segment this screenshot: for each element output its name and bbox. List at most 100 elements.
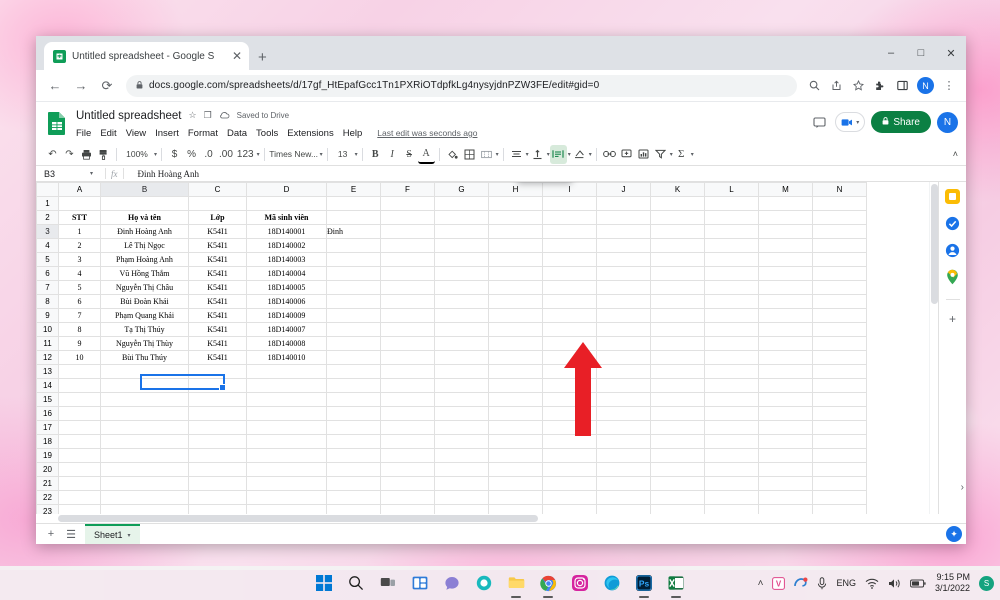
cell-F20[interactable] [381,463,435,477]
cell-M22[interactable] [759,491,813,505]
cell-J1[interactable] [597,197,651,211]
cell-B22[interactable] [101,491,189,505]
cell-E14[interactable] [327,379,381,393]
cell-H23[interactable] [489,505,543,515]
cell-B7[interactable]: Nguyễn Thị Châu [101,281,189,295]
row-header-18[interactable]: 18 [37,435,59,449]
cell-J14[interactable] [597,379,651,393]
row-header-15[interactable]: 15 [37,393,59,407]
horizontal-scrollbar-thumb[interactable] [58,515,538,522]
cell-J10[interactable] [597,323,651,337]
column-header-b[interactable]: B [101,183,189,197]
cell-N18[interactable] [813,435,867,449]
cell-M11[interactable] [759,337,813,351]
cell-G13[interactable] [435,365,489,379]
cell-L21[interactable] [705,477,759,491]
row-header-12[interactable]: 12 [37,351,59,365]
cell-M9[interactable] [759,309,813,323]
microphone-icon[interactable] [817,577,827,590]
cell-I22[interactable] [543,491,597,505]
cell-D15[interactable] [247,393,327,407]
cell-D14[interactable] [247,379,327,393]
table-row[interactable]: 16 [37,407,867,421]
cell-L20[interactable] [705,463,759,477]
cell-E19[interactable] [327,449,381,463]
table-row[interactable]: 42Lê Thị NgọcK54I118D140002 [37,239,867,253]
cell-H20[interactable] [489,463,543,477]
cell-I7[interactable] [543,281,597,295]
row-header-11[interactable]: 11 [37,337,59,351]
cell-K22[interactable] [651,491,705,505]
chevron-down-icon[interactable]: ▾ [320,151,323,158]
file-explorer-icon[interactable] [505,572,527,594]
cell-H1[interactable] [489,197,543,211]
table-row[interactable]: 22 [37,491,867,505]
cell-N12[interactable] [813,351,867,365]
increase-decimal-button[interactable]: .00 [217,145,235,164]
cell-G2[interactable] [435,211,489,225]
column-header-e[interactable]: E [327,183,381,197]
cell-E17[interactable] [327,421,381,435]
cell-C22[interactable] [189,491,247,505]
cell-B10[interactable]: Tạ Thị Thúy [101,323,189,337]
cell-G23[interactable] [435,505,489,515]
fill-color-icon[interactable] [444,145,461,164]
chat-icon[interactable] [441,572,463,594]
cell-K9[interactable] [651,309,705,323]
chrome-icon[interactable] [537,572,559,594]
cell-A3[interactable]: 1 [59,225,101,239]
table-row[interactable]: 53Phạm Hoàng AnhK54I118D140003 [37,253,867,267]
text-color-button[interactable]: A [418,145,435,164]
cell-N2[interactable] [813,211,867,225]
row-header-20[interactable]: 20 [37,463,59,477]
cell-I5[interactable] [543,253,597,267]
chevron-down-icon[interactable]: ▾ [90,170,100,177]
cell-C16[interactable] [189,407,247,421]
cell-G7[interactable] [435,281,489,295]
cell-D1[interactable] [247,197,327,211]
cell-G20[interactable] [435,463,489,477]
cell-F6[interactable] [381,267,435,281]
tab-close-icon[interactable]: ✕ [232,50,242,62]
cell-N13[interactable] [813,365,867,379]
cell-J8[interactable] [597,295,651,309]
vertical-align-icon[interactable] [529,145,546,164]
cell-B12[interactable]: Bùi Thu Thúy [101,351,189,365]
cell-C6[interactable]: K54I1 [189,267,247,281]
cell-E13[interactable] [327,365,381,379]
cell-B16[interactable] [101,407,189,421]
cell-N15[interactable] [813,393,867,407]
cell-L19[interactable] [705,449,759,463]
column-header-a[interactable]: A [59,183,101,197]
cell-A14[interactable] [59,379,101,393]
cell-A21[interactable] [59,477,101,491]
side-panel-toggle-icon[interactable]: › [961,482,964,493]
cell-D7[interactable]: 18D140005 [247,281,327,295]
column-header-m[interactable]: M [759,183,813,197]
cell-F8[interactable] [381,295,435,309]
browser-menu-icon[interactable]: ⋮ [938,75,960,97]
cell-C18[interactable] [189,435,247,449]
cell-J6[interactable] [597,267,651,281]
volume-icon[interactable] [888,578,901,589]
cell-L12[interactable] [705,351,759,365]
cell-E20[interactable] [327,463,381,477]
cell-C7[interactable]: K54I1 [189,281,247,295]
table-row[interactable]: 13 [37,365,867,379]
chevron-down-icon[interactable]: ▾ [589,151,592,158]
search-icon[interactable] [345,572,367,594]
cell-K20[interactable] [651,463,705,477]
cell-J20[interactable] [597,463,651,477]
cell-A7[interactable]: 5 [59,281,101,295]
cell-M23[interactable] [759,505,813,515]
cell-A19[interactable] [59,449,101,463]
cell-B11[interactable]: Nguyễn Thị Thùy [101,337,189,351]
table-row[interactable]: 23 [37,505,867,515]
formula-input[interactable]: Đinh Hoàng Anh [129,169,200,179]
decrease-decimal-button[interactable]: .0 [200,145,217,164]
insert-comment-icon[interactable] [618,145,635,164]
cell-K8[interactable] [651,295,705,309]
row-header-17[interactable]: 17 [37,421,59,435]
row-header-9[interactable]: 9 [37,309,59,323]
table-row[interactable]: 21 [37,477,867,491]
